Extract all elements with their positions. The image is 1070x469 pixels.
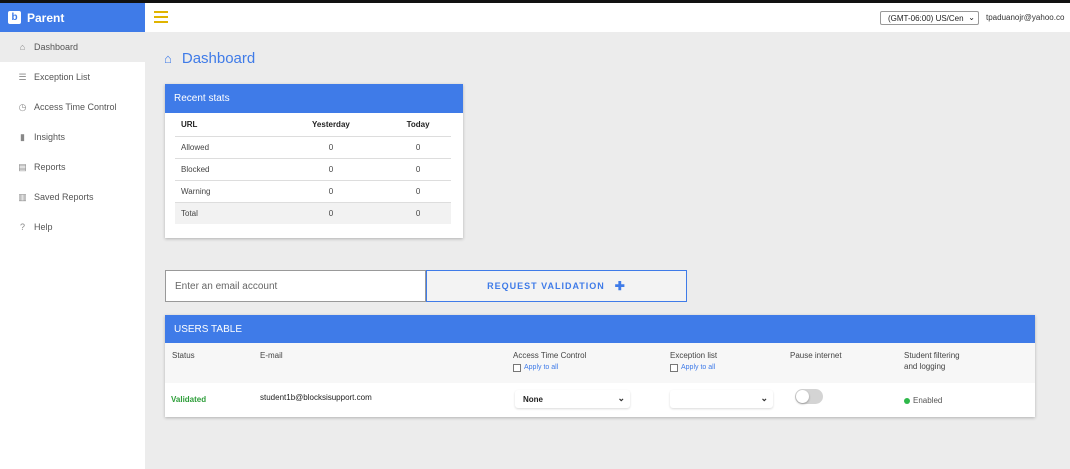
sidebar-item-label: Help bbox=[34, 222, 53, 232]
yesterday-value: 0 bbox=[276, 136, 386, 159]
filtering-header-line2: and logging bbox=[904, 362, 946, 371]
table-row: Allowed 0 0 bbox=[175, 136, 451, 159]
row-label: Total bbox=[175, 202, 277, 224]
table-header-row: URL Yesterday Today bbox=[175, 114, 451, 137]
column-header-yesterday: Yesterday bbox=[276, 114, 386, 137]
filtering-status-label: Enabled bbox=[913, 396, 943, 405]
sidebar-item-label: Access Time Control bbox=[34, 102, 117, 112]
column-header-access-time: Access Time Control Apply to all bbox=[513, 350, 586, 373]
row-label: Allowed bbox=[175, 136, 277, 159]
clock-icon: ◷ bbox=[18, 101, 27, 112]
sidebar-item-label: Insights bbox=[34, 132, 66, 142]
users-table-title: USERS TABLE bbox=[165, 315, 1035, 343]
timezone-select[interactable]: (GMT-06:00) US/Cen ⌄ bbox=[880, 11, 979, 25]
page-title: ⌂ Dashboard bbox=[164, 50, 255, 67]
row-label: Warning bbox=[175, 180, 277, 203]
top-bar: (GMT-06:00) US/Cen ⌄ tpaduanojr@yahoo.co bbox=[145, 3, 1070, 32]
table-row: Validated student1b@blocksisupport.com N… bbox=[165, 383, 1035, 417]
table-row: Blocked 0 0 bbox=[175, 158, 451, 181]
menu-icon[interactable] bbox=[154, 11, 168, 23]
sidebar-item-saved-reports[interactable]: ▥ Saved Reports bbox=[0, 182, 145, 212]
column-header-email: E-mail bbox=[260, 351, 283, 360]
user-email-cell: student1b@blocksisupport.com bbox=[260, 393, 372, 402]
enabled-dot-icon bbox=[904, 397, 910, 404]
column-header-exception-list: Exception list Apply to all bbox=[670, 350, 717, 373]
sidebar-item-label: Dashboard bbox=[34, 42, 79, 52]
list-icon: ☰ bbox=[18, 71, 27, 82]
sidebar-item-exception-list[interactable]: ☰ Exception List bbox=[0, 62, 145, 92]
column-header-status: Status bbox=[172, 351, 195, 360]
exception-header-label: Exception list bbox=[670, 351, 718, 360]
status-badge: Validated bbox=[171, 395, 207, 404]
yesterday-value: 0 bbox=[276, 202, 386, 224]
table-row: Warning 0 0 bbox=[175, 180, 451, 203]
toggle-knob bbox=[796, 390, 809, 403]
apply-to-all-label: Apply to all bbox=[681, 364, 716, 371]
app-logo: b bbox=[8, 11, 21, 24]
sidebar-item-label: Reports bbox=[34, 162, 66, 172]
column-header-student-filtering: Student filtering and logging bbox=[904, 350, 960, 372]
today-value: 0 bbox=[385, 136, 451, 159]
pause-internet-toggle[interactable] bbox=[795, 389, 823, 404]
table-row-total: Total 0 0 bbox=[175, 202, 451, 224]
recent-stats-table: URL Yesterday Today Allowed 0 0 Blocked … bbox=[175, 114, 451, 224]
app-name: Parent bbox=[27, 10, 65, 25]
today-value: 0 bbox=[385, 202, 451, 224]
bar-chart-icon: ▮ bbox=[20, 131, 25, 142]
sidebar-item-label: Saved Reports bbox=[34, 192, 94, 202]
chevron-down-icon: ⌄ bbox=[760, 393, 768, 403]
saved-document-icon: ▥ bbox=[18, 191, 27, 202]
brand-bar[interactable]: b Parent bbox=[0, 3, 145, 32]
column-header-today: Today bbox=[385, 114, 451, 137]
yesterday-value: 0 bbox=[276, 180, 386, 203]
today-value: 0 bbox=[385, 158, 451, 181]
sidebar-item-dashboard[interactable]: ⌂ Dashboard bbox=[0, 32, 145, 62]
access-time-apply-to-all[interactable]: Apply to all bbox=[513, 362, 586, 373]
yesterday-value: 0 bbox=[276, 158, 386, 181]
access-time-header-label: Access Time Control bbox=[513, 351, 587, 360]
sidebar-item-label: Exception List bbox=[34, 72, 91, 82]
plus-icon: ✚ bbox=[614, 279, 626, 293]
sidebar: ⌂ Dashboard ☰ Exception List ◷ Access Ti… bbox=[0, 32, 145, 469]
column-header-url: URL bbox=[175, 114, 277, 137]
sidebar-item-help[interactable]: ? Help bbox=[0, 212, 145, 242]
exception-apply-to-all[interactable]: Apply to all bbox=[670, 362, 717, 373]
apply-to-all-checkbox[interactable] bbox=[513, 363, 521, 372]
recent-stats-title: Recent stats bbox=[165, 84, 463, 113]
page-title-text: Dashboard bbox=[181, 50, 256, 67]
filtering-status: Enabled bbox=[904, 396, 942, 405]
user-email[interactable]: tpaduanojr@yahoo.co bbox=[986, 13, 1064, 22]
sidebar-item-reports[interactable]: ▤ Reports bbox=[0, 152, 145, 182]
chevron-down-icon: ⌄ bbox=[968, 13, 975, 22]
row-label: Blocked bbox=[175, 158, 277, 181]
access-time-select[interactable]: None ⌄ bbox=[515, 390, 630, 408]
email-account-input[interactable] bbox=[165, 270, 426, 302]
sidebar-item-access-time-control[interactable]: ◷ Access Time Control bbox=[0, 92, 145, 122]
column-header-pause-internet: Pause internet bbox=[790, 351, 842, 360]
today-value: 0 bbox=[385, 180, 451, 203]
users-table-card: USERS TABLE Status E-mail Access Time Co… bbox=[165, 315, 1035, 417]
apply-to-all-label: Apply to all bbox=[524, 364, 559, 371]
home-icon: ⌂ bbox=[164, 51, 172, 66]
request-validation-button[interactable]: REQUEST VALIDATION ✚ bbox=[426, 270, 687, 302]
document-icon: ▤ bbox=[18, 161, 27, 172]
exception-list-select[interactable]: ⌄ bbox=[670, 390, 773, 408]
recent-stats-card: Recent stats URL Yesterday Today Allowed… bbox=[165, 84, 463, 238]
access-time-value: None bbox=[523, 394, 543, 404]
users-table-header: Status E-mail Access Time Control Apply … bbox=[165, 343, 1035, 383]
chevron-down-icon: ⌄ bbox=[617, 393, 625, 403]
request-validation-label: REQUEST VALIDATION bbox=[487, 281, 605, 291]
home-icon: ⌂ bbox=[19, 42, 26, 52]
sidebar-item-insights[interactable]: ▮ Insights bbox=[0, 122, 145, 152]
help-icon: ? bbox=[19, 222, 25, 232]
apply-to-all-checkbox[interactable] bbox=[670, 363, 678, 372]
timezone-value: (GMT-06:00) US/Cen bbox=[888, 13, 964, 23]
filtering-header-line1: Student filtering bbox=[904, 351, 960, 360]
